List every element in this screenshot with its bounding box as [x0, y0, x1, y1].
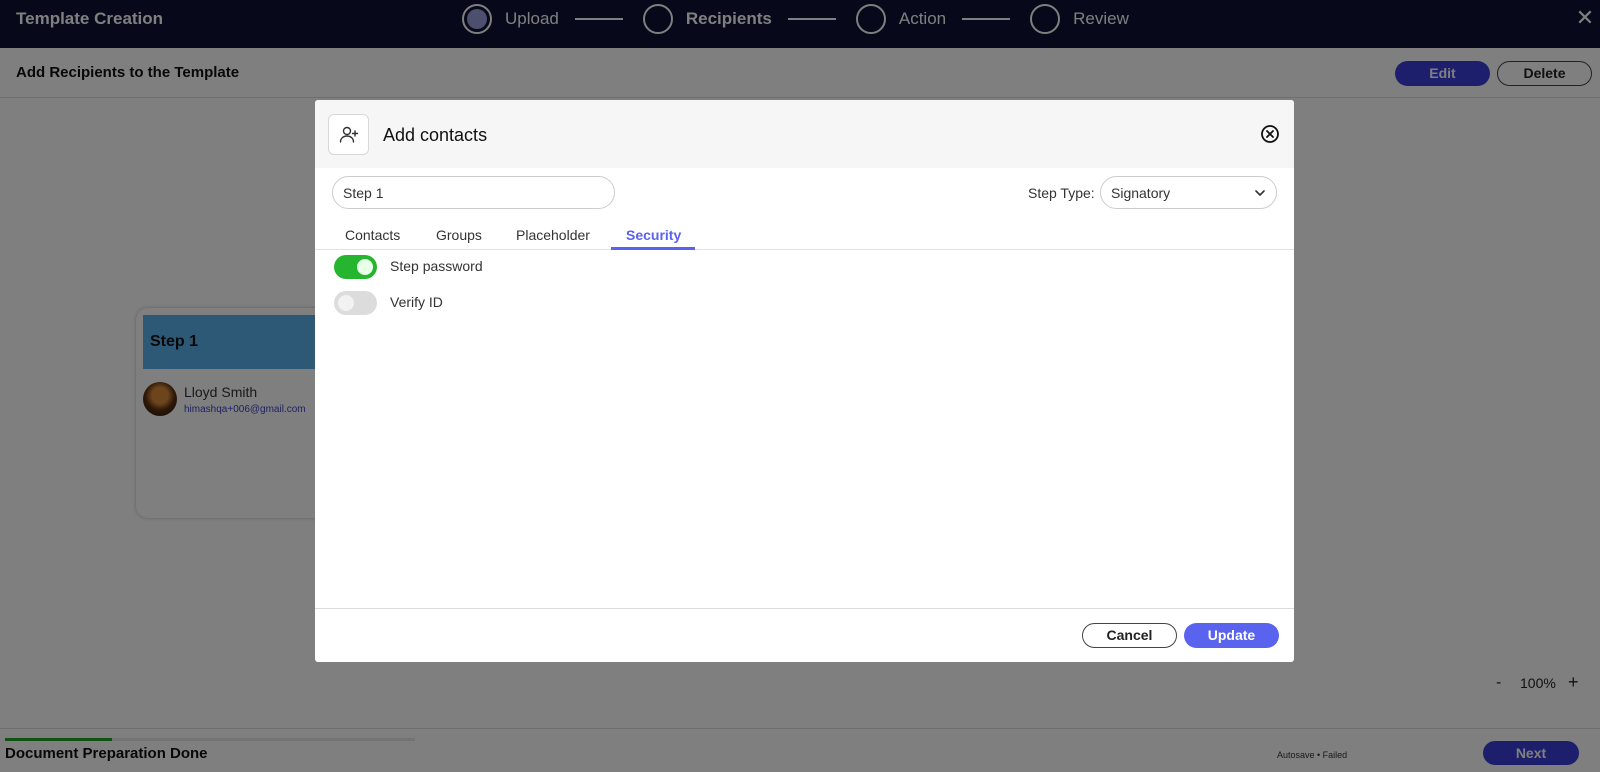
add-contacts-modal: Add contacts Step Type: Signatory Contac… — [315, 100, 1294, 662]
chevron-down-icon — [1255, 190, 1265, 196]
tab-contacts[interactable]: Contacts — [345, 227, 400, 243]
step-password-label: Step password — [390, 258, 483, 274]
modal-title: Add contacts — [383, 125, 488, 145]
cancel-button[interactable]: Cancel — [1082, 623, 1177, 648]
toggle-knob — [357, 259, 373, 275]
modal-divider — [315, 608, 1294, 609]
verify-id-label: Verify ID — [390, 294, 443, 310]
modal-header: Add contacts — [315, 100, 1294, 168]
step-type-select[interactable]: Signatory — [1100, 176, 1277, 209]
toggle-knob — [338, 295, 354, 311]
tab-groups[interactable]: Groups — [436, 227, 482, 243]
tab-security[interactable]: Security — [626, 227, 681, 243]
tab-placeholder[interactable]: Placeholder — [516, 227, 590, 243]
step-name-input[interactable] — [332, 176, 615, 209]
active-tab-indicator — [611, 247, 695, 250]
modal-tabs: Contacts Groups Placeholder Security — [315, 224, 1294, 250]
update-button[interactable]: Update — [1184, 623, 1279, 648]
close-circle-icon[interactable] — [1260, 124, 1280, 144]
add-user-icon-box — [328, 114, 369, 155]
step-password-toggle[interactable] — [334, 255, 377, 279]
step-type-label: Step Type: — [1028, 185, 1095, 201]
add-user-icon — [339, 126, 359, 143]
verify-id-toggle[interactable] — [334, 291, 377, 315]
step-type-value: Signatory — [1111, 185, 1171, 201]
